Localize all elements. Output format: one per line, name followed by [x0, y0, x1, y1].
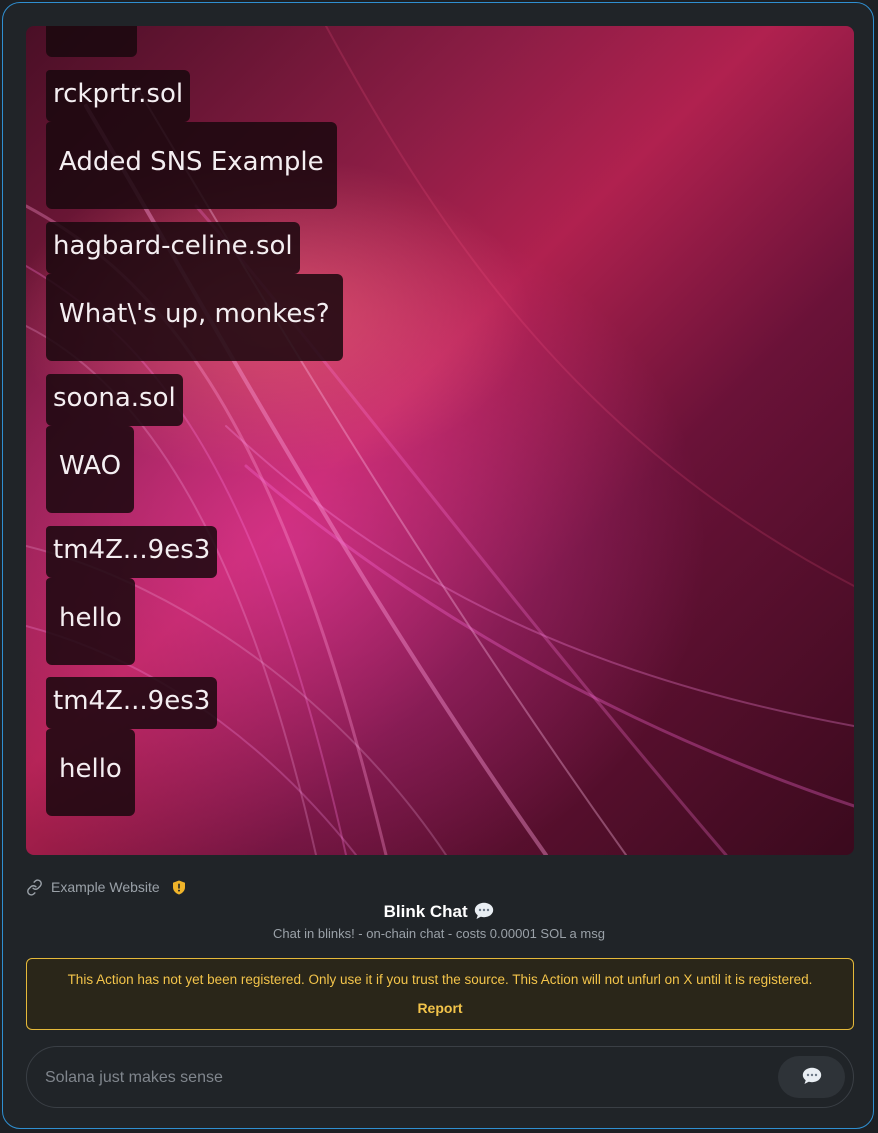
send-button[interactable]: [778, 1056, 845, 1098]
message-text: hello: [46, 578, 135, 665]
message-input[interactable]: [43, 1062, 767, 1094]
message-text: WAO: [46, 426, 135, 513]
unregistered-warning: This Action has not yet been registered.…: [26, 958, 854, 1030]
message-sender: soona.sol: [46, 374, 183, 426]
warning-text: This Action has not yet been registered.…: [67, 972, 813, 987]
message-text: hello: [46, 729, 135, 816]
message-sender: tm4Z...9es3: [46, 526, 218, 578]
source-label: Example Website: [51, 879, 160, 895]
link-icon: [26, 878, 43, 896]
warning-shield-icon: [172, 880, 186, 895]
action-description: Chat in blinks! - on-chain chat - costs …: [273, 926, 605, 941]
speech-bubble-icon: [802, 1067, 822, 1088]
action-title-text: Blink Chat: [383, 902, 468, 921]
message-sender: tm4Z...9es3: [46, 677, 218, 729]
message-input-container: [26, 1046, 854, 1108]
speech-bubble-icon: [474, 902, 494, 925]
message-text: [46, 26, 137, 57]
message-text: What\'s up, monkes?: [46, 274, 343, 361]
report-button[interactable]: Report: [417, 1000, 462, 1016]
message-sender: hagbard-celine.sol: [46, 222, 300, 274]
source-link[interactable]: Example Website: [26, 877, 186, 897]
action-title: Blink Chat: [3, 902, 873, 925]
message-sender: rckprtr.sol: [46, 70, 191, 122]
message-text: Added SNS Example: [46, 122, 337, 209]
chat-image: rckprtr.sol Added SNS Example hagbard-ce…: [26, 26, 854, 855]
blink-card: rckprtr.sol Added SNS Example hagbard-ce…: [2, 2, 874, 1129]
